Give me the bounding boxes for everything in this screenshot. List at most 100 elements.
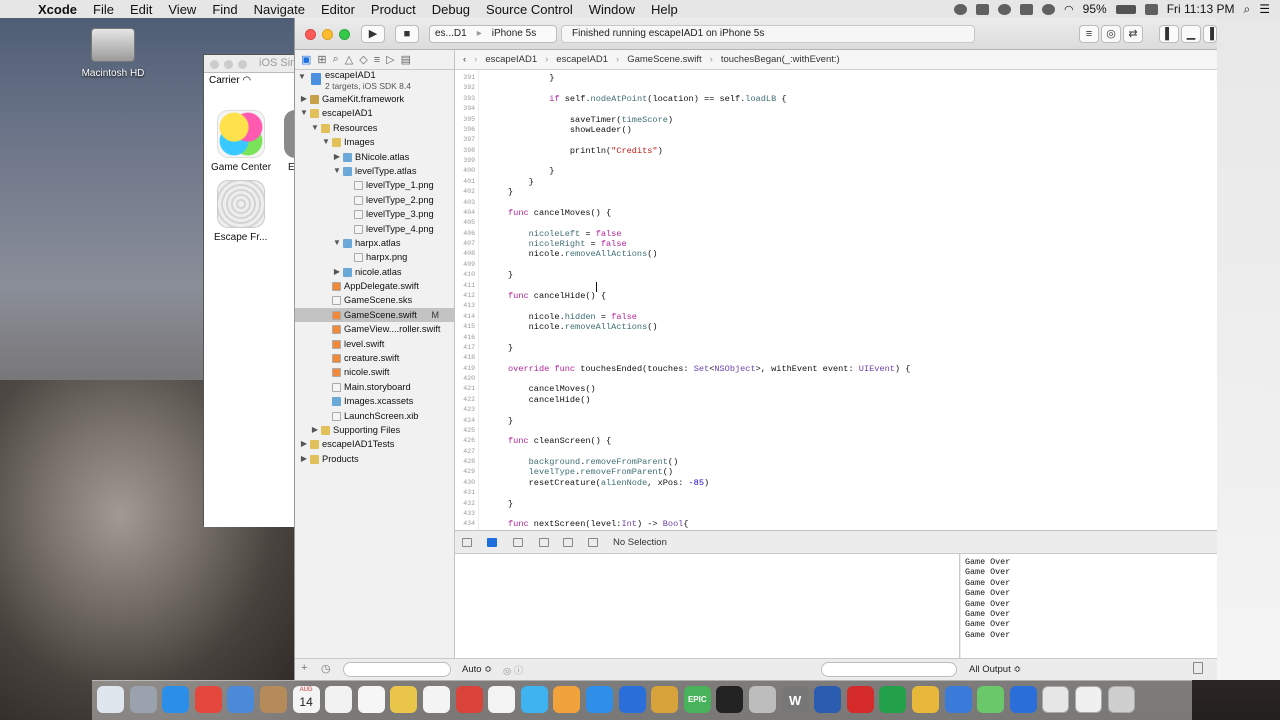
nav-item[interactable]: GameScene.swift M	[295, 307, 455, 323]
dock-contacts-icon[interactable]	[260, 686, 287, 713]
notification-center-icon[interactable]: ☰	[1259, 2, 1270, 16]
menu-product[interactable]: Product	[363, 2, 424, 17]
dock-powerpoint-icon[interactable]	[814, 686, 842, 713]
dock-itunes-icon[interactable]	[488, 686, 516, 713]
menu-file[interactable]: File	[85, 2, 122, 17]
nav-item[interactable]: levelType_1.png	[295, 178, 455, 192]
symbol-navigator-icon[interactable]: ⊞	[317, 53, 326, 66]
dock-app-store-icon[interactable]	[553, 686, 581, 713]
dock-launchpad-icon[interactable]	[129, 686, 157, 713]
code-line[interactable]: println("Credits")	[508, 146, 663, 156]
device-target[interactable]: iPhone 5s	[487, 26, 541, 42]
dock-app-a-icon[interactable]	[879, 686, 907, 713]
nav-item[interactable]: ▶ BNicole.atlas	[295, 150, 455, 164]
code-line[interactable]: nicoleRight = false	[508, 239, 627, 249]
disclosure-icon[interactable]: ▶	[300, 92, 308, 106]
disclosure-icon[interactable]: ▼	[333, 236, 341, 250]
step-into-icon[interactable]	[563, 538, 573, 547]
nav-item[interactable]: nicole.swift	[295, 365, 455, 379]
nav-item[interactable]: ▼ harpx.atlas	[295, 236, 455, 250]
debug-toggle-icon[interactable]: ▁	[1181, 25, 1201, 43]
jump-project[interactable]: escapeIAD1	[485, 54, 537, 65]
code-line[interactable]: }	[508, 343, 513, 353]
code-line[interactable]: nicole.hidden = false	[508, 312, 637, 322]
utilities-toggle-icon[interactable]: ▐	[1203, 25, 1217, 43]
output-select[interactable]: All Output ≎	[969, 664, 1021, 675]
trash-icon[interactable]	[1193, 662, 1203, 674]
auto-variables-select[interactable]: Auto ≎	[462, 664, 492, 675]
code-line[interactable]: func cleanScreen() {	[508, 436, 611, 446]
debug-navigator-icon[interactable]: ≡	[374, 54, 380, 66]
standard-editor-icon[interactable]: ≡	[1079, 25, 1099, 43]
sim-zoom-button[interactable]	[238, 60, 247, 69]
code-line[interactable]: nicole.removeAllActions()	[508, 249, 658, 259]
minimize-button[interactable]	[322, 29, 333, 40]
project-row[interactable]: ▼ escapeIAD1 2 targets, iOS SDK 8.4	[295, 70, 455, 92]
dock-pcsx-icon[interactable]	[716, 686, 744, 713]
nav-item[interactable]: ▶ nicole.atlas	[295, 265, 455, 279]
code-line[interactable]: func nextScreen(level:Int) -> Bool{	[508, 519, 689, 529]
assistant-editor-icon[interactable]: ◎	[1101, 25, 1121, 43]
menu-help[interactable]: Help	[643, 2, 686, 17]
scheme-target[interactable]: es...D1	[430, 26, 472, 42]
dock-quicktime-icon[interactable]	[586, 686, 613, 713]
clock[interactable]: Fri 11:13 PM	[1167, 2, 1235, 16]
nav-item[interactable]: ▼ Images	[295, 135, 455, 149]
find-navigator-icon[interactable]: ⌕	[333, 53, 339, 66]
nav-item[interactable]: level.swift	[295, 337, 455, 351]
disclosure-icon[interactable]: ▼	[333, 164, 341, 178]
menu-window[interactable]: Window	[581, 2, 643, 17]
nav-item[interactable]: GameView....roller.swift	[295, 322, 455, 336]
nav-item[interactable]: LaunchScreen.xib	[295, 409, 455, 423]
breakpoints-toggle-icon[interactable]	[487, 538, 497, 547]
sim-minimize-button[interactable]	[224, 60, 233, 69]
spotlight-icon[interactable]: ⌕	[1244, 2, 1251, 17]
dock-photos-icon[interactable]	[390, 686, 418, 713]
menu-find[interactable]: Find	[204, 2, 245, 17]
dock-app-b-icon[interactable]	[912, 686, 939, 713]
dock-safari-icon[interactable]	[162, 686, 190, 713]
jump-file[interactable]: GameScene.swift	[627, 54, 701, 65]
nav-item[interactable]: ▶ Supporting Files	[295, 423, 455, 437]
dock-excel-icon[interactable]	[846, 686, 874, 713]
version-editor-icon[interactable]: ⇄	[1123, 25, 1143, 43]
zoom-button[interactable]	[339, 29, 350, 40]
disclosure-icon[interactable]: ▶	[300, 452, 308, 466]
code-line[interactable]: }	[508, 187, 513, 197]
wifi-icon[interactable]: ◠	[1064, 3, 1074, 16]
menu-navigate[interactable]: Navigate	[246, 2, 313, 17]
stop-button[interactable]: ■	[395, 25, 419, 43]
breakpoint-navigator-icon[interactable]: ▷	[386, 53, 394, 66]
nav-item[interactable]: ▼ escapeIAD1	[295, 106, 455, 120]
menu-app[interactable]: Xcode	[30, 2, 85, 17]
dock-finder-icon[interactable]	[97, 686, 124, 713]
run-button[interactable]: ▶	[361, 25, 385, 43]
simulator-screen[interactable]: Carrier ◠ Game Center E Escape Fr...	[204, 73, 304, 527]
back-icon[interactable]: ‹	[463, 54, 466, 65]
console-output[interactable]: Game Over Game Over Game Over Game Over Game…	[961, 554, 1217, 658]
dock-notes-icon[interactable]	[325, 686, 353, 713]
menu-edit[interactable]: Edit	[122, 2, 160, 17]
nav-item[interactable]: GameScene.sks	[295, 293, 455, 307]
scheme-selector[interactable]: es...D1 ▸ iPhone 5s	[429, 25, 557, 43]
code-line[interactable]: }	[508, 499, 513, 509]
dock-android-studio-icon[interactable]	[651, 686, 679, 713]
nav-item[interactable]: levelType_3.png	[295, 207, 455, 221]
code-line[interactable]: resetCreature(alienNode, xPos: -85)	[508, 478, 710, 488]
menu-editor[interactable]: Editor	[313, 2, 363, 17]
dock-documents-icon[interactable]	[1042, 686, 1070, 713]
disclosure-icon[interactable]: ▶	[300, 437, 308, 451]
sim-close-button[interactable]	[210, 60, 219, 69]
add-icon[interactable]: +	[301, 662, 307, 674]
menu-debug[interactable]: Debug	[424, 2, 478, 17]
dock-messages-icon[interactable]	[423, 686, 450, 713]
test-navigator-icon[interactable]: ◇	[359, 53, 367, 66]
dock-xcode-icon[interactable]	[618, 686, 646, 713]
variables-view[interactable]	[455, 554, 960, 658]
dock-ibooks-icon[interactable]	[520, 686, 548, 713]
battery-percent[interactable]: 95%	[1083, 2, 1107, 16]
nav-item[interactable]: levelType_4.png	[295, 222, 455, 236]
code-line[interactable]: if self.nodeAtPoint(location) == self.lo…	[508, 94, 786, 104]
game-center-app-icon[interactable]	[217, 110, 265, 158]
console-filter-field[interactable]	[821, 662, 957, 677]
